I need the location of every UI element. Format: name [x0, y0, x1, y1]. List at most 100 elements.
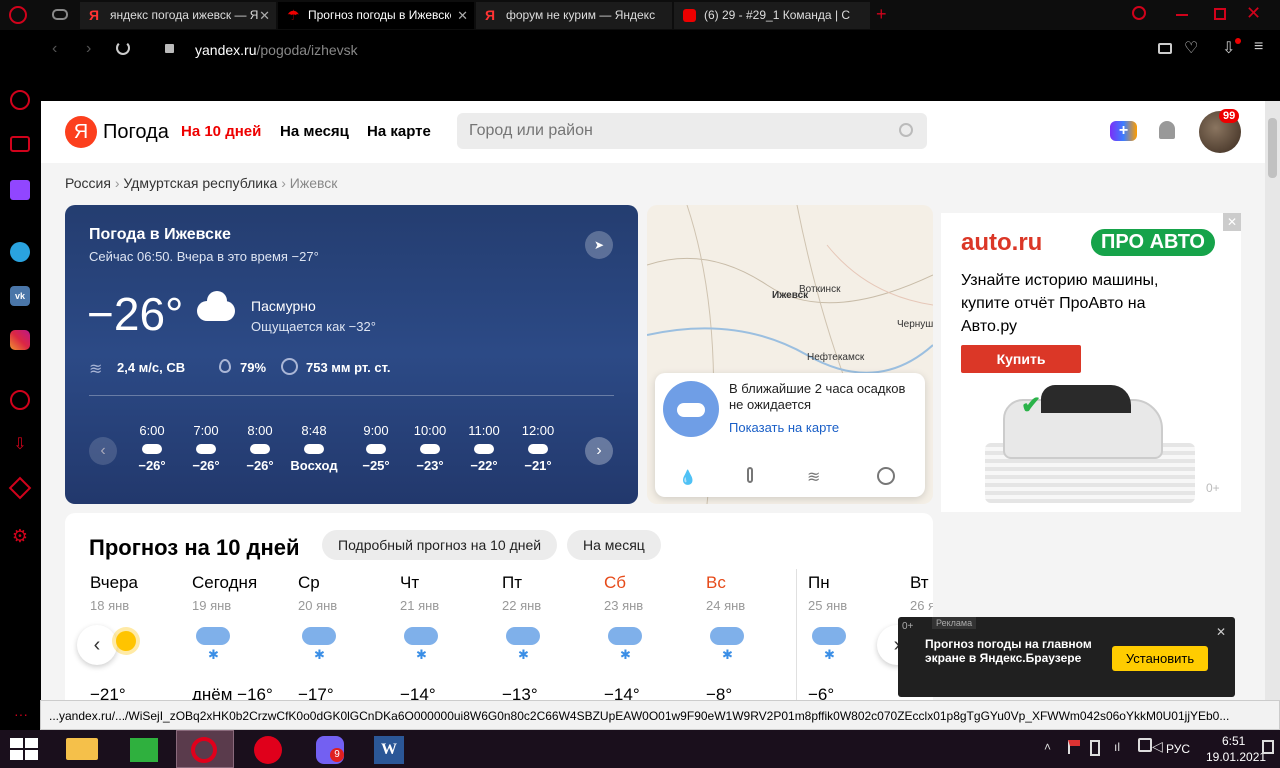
precip-layer-icon[interactable]: 💧 [679, 469, 696, 486]
opera-menu-icon[interactable] [9, 6, 27, 24]
sidebar-more-icon[interactable]: ··· [14, 706, 28, 722]
my-flow-icon[interactable] [10, 136, 30, 152]
tray-volume-icon[interactable]: ◁ [1152, 738, 1163, 755]
viber-icon[interactable] [302, 730, 358, 768]
tab-label: (6) 29 - #29_1 Команда | С [704, 8, 851, 22]
tray-battery-icon[interactable] [1090, 740, 1100, 756]
pressure-layer-icon[interactable] [877, 467, 895, 485]
easy-setup-icon[interactable]: ≡ [1254, 38, 1263, 56]
clock-date[interactable]: 19.01.2021 [1206, 750, 1266, 764]
language-indicator[interactable]: РУС [1166, 742, 1190, 756]
search-icon[interactable] [899, 123, 913, 137]
tab-label: форум не курим — Яндекс [506, 8, 656, 22]
cloudy-icon [528, 444, 548, 454]
toast-age: 0+ [902, 621, 914, 632]
plus-subscription-icon[interactable]: + [1110, 121, 1137, 141]
gamepad-icon[interactable] [52, 9, 68, 20]
ad-buy-button[interactable]: Купить [961, 345, 1081, 373]
tab-weather[interactable]: ☂ Прогноз погоды в Ижевске ✕ [278, 2, 474, 29]
url-field[interactable]: yandex.ru/pogoda/izhevsk [195, 42, 358, 58]
hourly-item: 8:48 Восход [289, 423, 339, 473]
autoru-ad[interactable]: ✕ auto.ru ПРО АВТО Узнайте историю машин… [941, 213, 1241, 512]
nav-10-days[interactable]: На 10 дней [181, 123, 261, 140]
hourly-temp: −26° [192, 458, 220, 473]
tray-flag-icon[interactable] [1068, 740, 1080, 754]
telegram-icon[interactable] [10, 242, 30, 262]
tray-signal-icon[interactable]: ıl [1114, 740, 1120, 754]
history-icon[interactable] [10, 390, 30, 410]
tray-network-icon[interactable] [1138, 738, 1152, 752]
vk-icon[interactable]: vk [10, 286, 30, 306]
breadcrumb-udmurtia[interactable]: Удмуртская республика [123, 175, 277, 191]
bookmark-heart-icon[interactable]: ♡ [1184, 38, 1198, 58]
logo-text[interactable]: Погода [103, 121, 169, 144]
instagram-icon[interactable] [10, 330, 30, 350]
notifications-bell-icon[interactable] [1159, 121, 1175, 139]
nav-month[interactable]: На месяц [280, 123, 349, 140]
precipitation-map-card[interactable]: Ижевск Воткинск Чернуш Нефтекамск В ближ… [647, 205, 933, 504]
store-icon[interactable] [116, 730, 172, 768]
new-tab-button[interactable]: + [876, 4, 887, 25]
breadcrumb-separator: › [114, 175, 120, 191]
forward-button[interactable]: › [86, 40, 91, 58]
wind-layer-icon[interactable]: ≋ [807, 467, 820, 487]
forecast-day[interactable]: Чт 21 янв ✱ −14° [400, 573, 500, 700]
search-input[interactable] [457, 113, 927, 149]
tab-yandex-search[interactable]: Я яндекс погода ижевск — Я ✕ [80, 2, 276, 29]
toast-close-icon[interactable]: ✕ [1216, 625, 1226, 639]
speed-dial-icon[interactable] [10, 90, 30, 110]
tab-forum[interactable]: Я форум не курим — Яндекс [476, 2, 672, 29]
breadcrumb-russia[interactable]: Россия [65, 175, 111, 191]
forecast-day[interactable]: Вс 24 янв ✱ −8° [706, 573, 806, 700]
snapshot-icon[interactable] [1158, 43, 1172, 54]
file-explorer-icon[interactable] [54, 730, 110, 768]
notifications-icon[interactable] [1262, 740, 1274, 754]
word-icon[interactable]: W [362, 730, 418, 768]
cloudy-icon [420, 444, 440, 454]
forecast-day[interactable]: Пт 22 янв ✱ −13° [502, 573, 602, 700]
twitch-icon[interactable] [10, 180, 30, 200]
opera-taskbar-icon[interactable] [176, 730, 234, 768]
back-button[interactable]: ‹ [52, 40, 57, 58]
close-window-button[interactable]: ✕ [1246, 3, 1261, 24]
search-tabs-icon[interactable] [1132, 6, 1146, 20]
temperature-layer-icon[interactable] [747, 467, 753, 483]
tray-chevron-icon[interactable]: ˄ [1044, 740, 1051, 754]
location-button[interactable]: ➤ [585, 231, 613, 259]
clock-time[interactable]: 6:51 [1222, 734, 1245, 748]
minimize-button[interactable] [1176, 14, 1188, 16]
yandex-logo-icon[interactable]: Я [65, 116, 97, 148]
close-tab-icon[interactable]: ✕ [259, 2, 270, 29]
ad-close-button[interactable]: ✕ [1223, 213, 1241, 231]
month-forecast-button[interactable]: На месяц [567, 530, 661, 560]
forecast-day[interactable]: Сегодня 19 янв ✱ днём −16° [192, 573, 292, 700]
hourly-time: 7:00 [193, 423, 219, 438]
nav-map[interactable]: На карте [367, 123, 431, 140]
show-on-map-link[interactable]: Показать на карте [729, 420, 839, 435]
close-tab-icon[interactable]: ✕ [451, 2, 468, 29]
extensions-icon[interactable] [8, 476, 32, 500]
day-temp: −17° [298, 685, 334, 700]
hourly-next-button[interactable]: › [585, 437, 613, 465]
snowflake-icon: ✱ [416, 647, 427, 662]
reload-button[interactable] [116, 41, 130, 55]
hourly-temp: −26° [246, 458, 274, 473]
wind-value: 2,4 м/с, СВ [117, 360, 186, 375]
forecast-day[interactable]: Вчера 18 янв −21° [90, 573, 190, 700]
install-button[interactable]: Установить [1112, 646, 1208, 671]
windows-start-icon[interactable] [10, 738, 38, 760]
forecast-day[interactable]: Сб 23 янв ✱ −14° [604, 573, 704, 700]
maximize-button[interactable] [1214, 8, 1226, 20]
page-scrollbar[interactable] [1265, 101, 1280, 700]
settings-icon[interactable]: ⚙ [10, 526, 30, 546]
detailed-forecast-button[interactable]: Подробный прогноз на 10 дней [322, 530, 558, 560]
downloads-icon[interactable]: ⇩ [10, 434, 30, 454]
downloads-button-icon[interactable]: ⇩ [1222, 38, 1235, 58]
day-temp: −21° [90, 685, 126, 700]
forecast-day[interactable]: Ср 20 янв ✱ −17° [298, 573, 398, 700]
cloudy-icon [474, 444, 494, 454]
hourly-prev-button[interactable]: ‹ [89, 437, 117, 465]
tab-youtube[interactable]: (6) 29 - #29_1 Команда | С [674, 2, 870, 29]
scrollbar-thumb[interactable] [1268, 118, 1277, 178]
opera-gx-icon[interactable] [240, 730, 296, 768]
